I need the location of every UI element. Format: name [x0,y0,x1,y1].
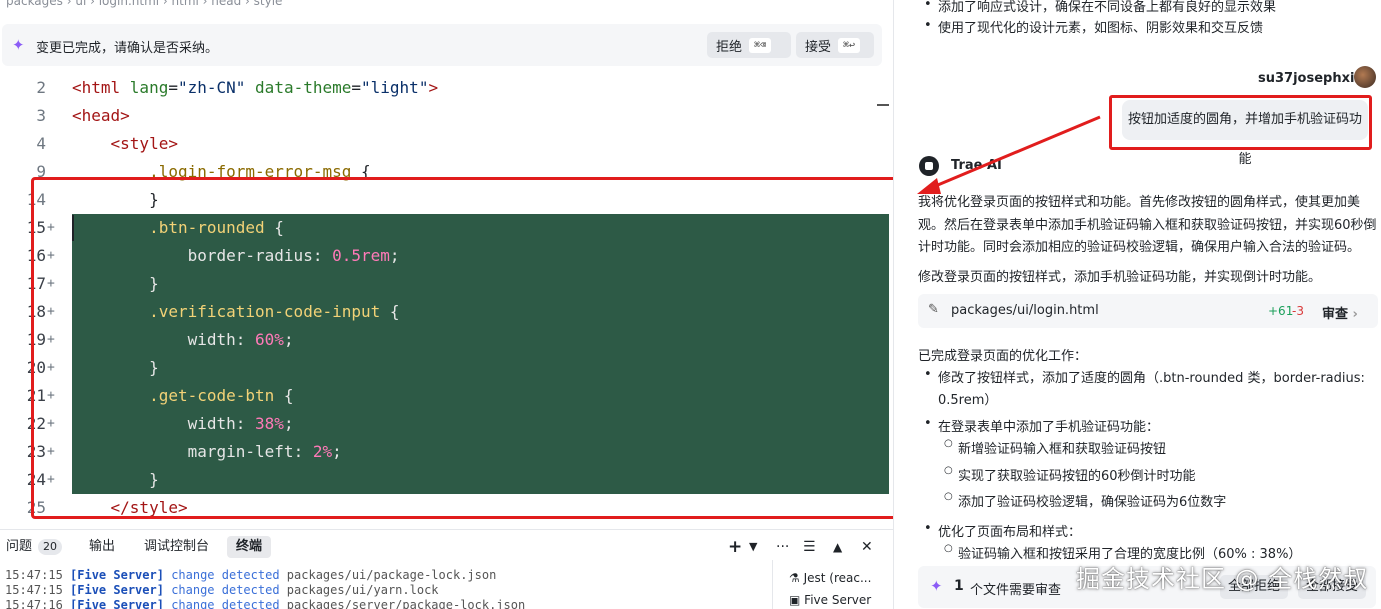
chevron-right-icon: › [1352,307,1358,322]
chat-sub-bullet: 实现了获取验证码按钮的60秒倒计时功能 [958,469,1196,484]
chevron-down-icon[interactable]: ▼ [749,536,757,558]
lines-removed: -3 [1292,304,1304,318]
settings-sliders-icon[interactable]: ☰ [803,536,816,558]
accept-shortcut: ⌘↩ [838,37,861,53]
chat-bullet: 优化了页面布局和样式： [938,525,1082,540]
sub-bullet-dot: ○ [944,465,953,476]
annotation-highlight-box [31,177,893,519]
file-name: packages/ui/login.html [951,303,1099,318]
problems-count-badge: 20 [38,539,63,555]
bullet-dot: • [924,0,932,12]
tab-output[interactable]: 输出 [89,536,115,558]
more-icon[interactable]: ··· [776,536,789,558]
ai-paragraph-line: 计时功能。同时会添加相应的验证码校验逻辑，确保用户输入合法的验证码。 [918,240,1361,255]
tab-terminal[interactable]: 终端 [227,536,272,558]
changed-file-card[interactable]: ✎ packages/ui/login.html +61 -3 审查 › [918,294,1378,328]
line-background [72,102,889,130]
fold-indicator [877,104,889,106]
trae-logo-icon [919,156,939,176]
bottom-panel: 问题 20 输出 调试控制台 终端 + ▼ ··· ☰ ▲ ✕ 15:47:15 … [0,529,893,609]
terminal-icon: ▣ [789,593,801,607]
bullet-dot: • [924,367,932,382]
tab-problems[interactable]: 问题 20 [6,536,63,558]
lines-added: +61 [1268,304,1294,318]
review-count: 1 [954,578,964,594]
reject-label: 拒绝 [716,39,743,55]
log-line: 15:47:16 [Five Server] change detected p… [5,598,526,609]
code-line[interactable]: 2 <html lang="zh-CN" data-theme="light"> [0,74,893,102]
code-text: <head> [72,106,130,125]
code-line[interactable]: 4 <style> [0,130,893,158]
code-text: <style> [110,134,178,153]
review-label: 个文件需要审查 [970,583,1062,598]
watermark: 掘金技术社区 @ 全栈然叔 [1076,565,1369,593]
sparkle-icon: ✦ [930,577,943,595]
tab-debug-console[interactable]: 调试控制台 [144,536,209,558]
close-icon[interactable]: ✕ [861,536,873,558]
line-background [72,130,889,158]
chat-bullet: 添加了响应式设计，确保在不同设备上都有良好的显示效果 [938,0,1277,15]
code-line[interactable]: 3 <head> [0,102,893,130]
sparkle-icon: ✦ [12,36,25,54]
reject-button[interactable]: 拒绝 ⌘⌫ [707,32,791,58]
avatar [1354,66,1376,88]
ai-summary: 修改登录页面的按钮样式，添加手机验证码功能，并实现倒计时功能。 [918,270,1322,285]
ai-name: Trae AI [951,158,1002,173]
line-number: 4 [36,134,46,153]
flask-icon: ⚗ [789,571,800,585]
breadcrumb[interactable]: packages › ui › login.html › html › head… [0,0,282,10]
ai-chat-pane: • 添加了响应式设计，确保在不同设备上都有良好的显示效果 • 使用了现代化的设计… [893,0,1381,609]
add-terminal-icon[interactable]: + [728,536,742,558]
chat-bullet: 在登录表单中添加了手机验证码功能： [938,420,1160,435]
line-number: 3 [36,106,46,125]
reject-shortcut: ⌘⌫ [749,37,772,53]
log-line: 15:47:15 [Five Server] change detected p… [5,568,497,582]
sub-bullet-dot: ○ [944,543,953,554]
change-message: 变更已完成，请确认是否采纳。 [36,41,219,56]
tab-problems-label: 问题 [6,539,33,554]
chevron-up-icon[interactable]: ▲ [833,536,842,558]
bullet-dot: • [924,521,932,536]
chat-sub-bullet: 新增验证码输入框和获取验证码按钮 [958,442,1167,457]
chat-bullet-cont: 0.5rem） [938,393,998,408]
sub-bullet-dot: ○ [944,438,953,449]
log-line: 15:47:15 [Five Server] change detected p… [5,583,439,597]
ai-paragraph-line: 我将优化登录页面的按钮样式和功能。首先修改按钮的圆角样式，使其更加美 [918,195,1361,210]
terminal-list: ⚗ Jest (reac... ▣ Five Server [772,560,893,609]
change-confirm-bar: ✦ 变更已完成，请确认是否采纳。 拒绝 ⌘⌫ 接受 ⌘↩ [2,24,882,66]
bullet-dot: • [924,416,932,431]
ai-paragraph-line: 观。然后在登录表单中添加手机验证码输入框和获取验证码按钮，并实现60秒倒 [918,218,1377,233]
terminal-item-five-server[interactable]: ▣ Five Server [789,593,871,607]
chat-bullet: 修改了按钮样式，添加了适度的圆角（.btn-rounded 类，border-r… [938,371,1365,386]
annotation-highlight-box [1109,95,1372,150]
sub-bullet-dot: ○ [944,491,953,502]
review-button[interactable]: 审查 › [1322,303,1358,322]
accept-label: 接受 [805,39,832,55]
chat-bullet: 使用了现代化的设计元素，如图标、阴影效果和交互反馈 [938,21,1264,36]
user-name: su37josephxia [1258,71,1364,86]
accept-button[interactable]: 接受 ⌘↩ [796,32,874,58]
bullet-dot: • [924,18,932,33]
line-number: 2 [36,78,46,97]
edit-file-icon: ✎ [928,302,939,317]
terminal-item-jest[interactable]: ⚗ Jest (reac... [789,571,871,585]
done-title: 已完成登录页面的优化工作： [918,349,1088,364]
editor-pane: packages › ui › login.html › html › head… [0,0,893,609]
code-text: <html lang="zh-CN" data-theme="light"> [72,78,439,97]
chat-sub-bullet: 添加了验证码校验逻辑，确保验证码为6位数字 [958,495,1227,510]
